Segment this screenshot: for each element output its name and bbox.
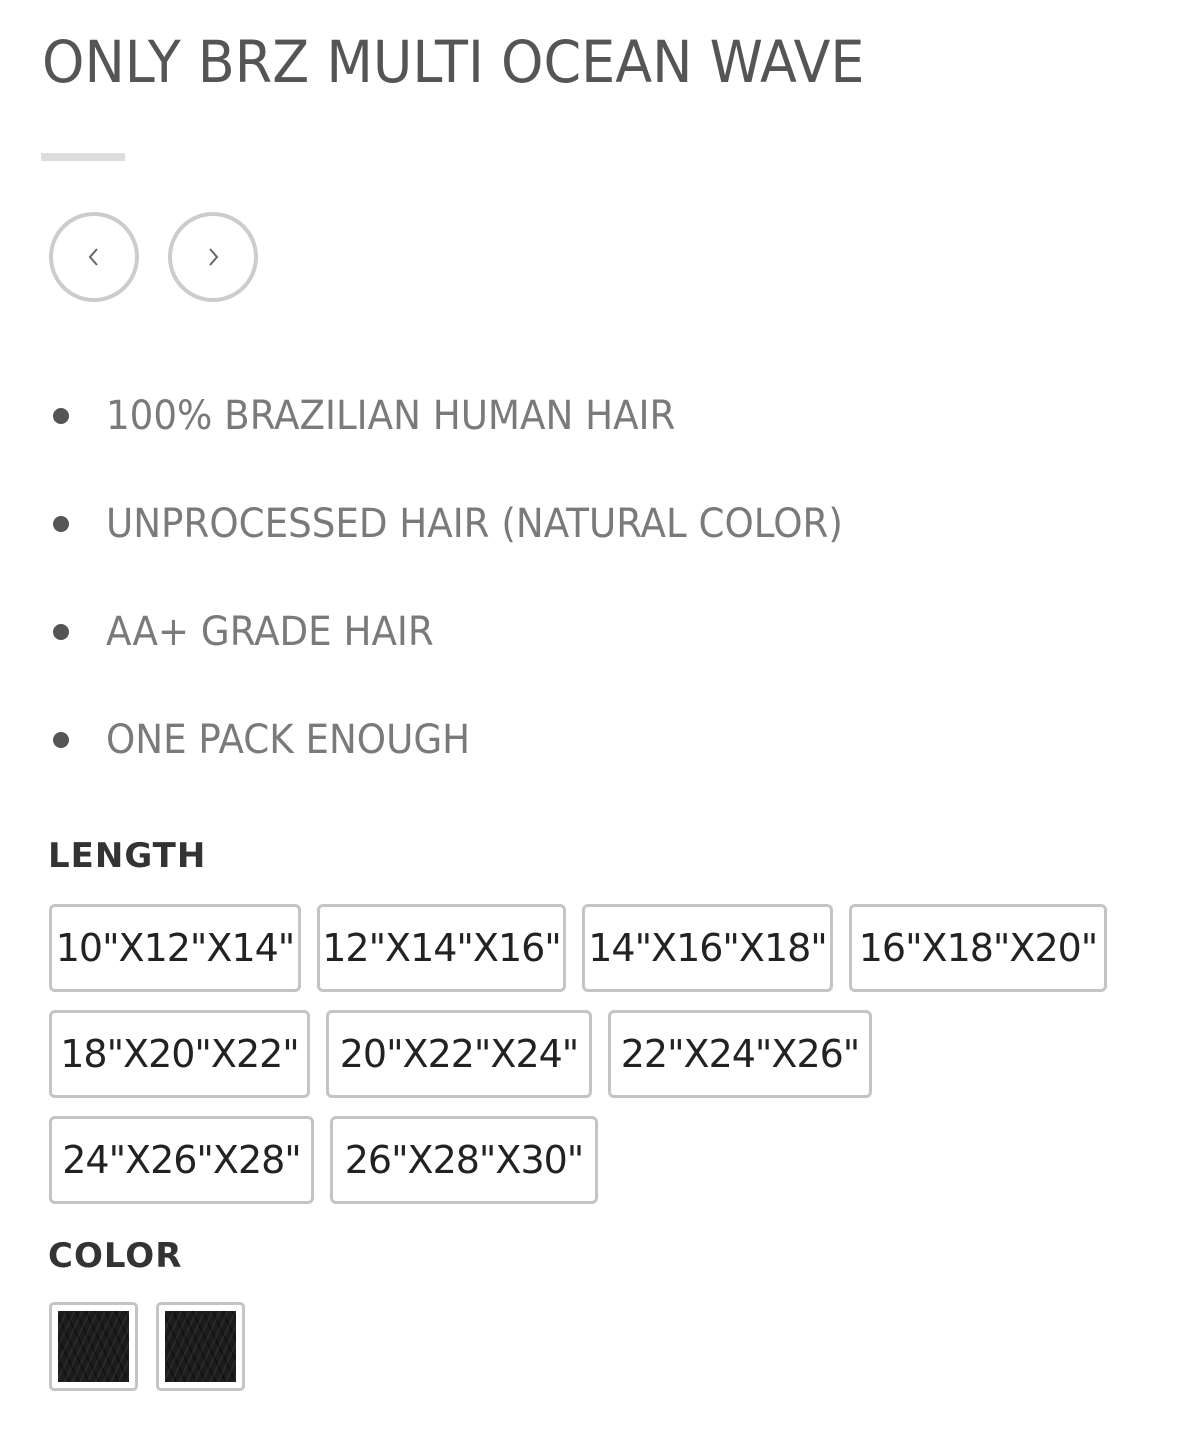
length-options-row: 24"X26"X28" 26"X28"X30" [49, 1116, 598, 1204]
swatch-image [165, 1311, 236, 1382]
feature-text: UNPROCESSED HAIR (NATURAL COLOR) [106, 501, 843, 547]
bullet-icon [53, 624, 69, 640]
length-options-row: 18"X20"X22" 20"X22"X24" 22"X24"X26" [49, 1010, 872, 1098]
feature-item: ONE PACK ENOUGH [48, 686, 898, 794]
feature-list: 100% BRAZILIAN HUMAN HAIR UNPROCESSED HA… [48, 362, 898, 794]
gallery-next-button[interactable] [168, 212, 258, 302]
feature-text: AA+ GRADE HAIR [106, 609, 434, 655]
gallery-prev-button[interactable] [49, 212, 139, 302]
feature-item: UNPROCESSED HAIR (NATURAL COLOR) [48, 470, 898, 578]
length-option[interactable]: 20"X22"X24" [326, 1010, 592, 1098]
feature-item: AA+ GRADE HAIR [48, 578, 898, 686]
feature-item: 100% BRAZILIAN HUMAN HAIR [48, 362, 898, 470]
length-option[interactable]: 24"X26"X28" [49, 1116, 314, 1204]
length-option[interactable]: 12"X14"X16" [317, 904, 566, 992]
length-option[interactable]: 18"X20"X22" [49, 1010, 310, 1098]
length-option[interactable]: 16"X18"X20" [849, 904, 1107, 992]
feature-text: 100% BRAZILIAN HUMAN HAIR [106, 393, 676, 439]
length-options-row: 10"X12"X14" 12"X14"X16" 14"X16"X18" 16"X… [49, 904, 1107, 992]
bullet-icon [53, 516, 69, 532]
color-swatches [49, 1302, 245, 1391]
length-option[interactable]: 26"X28"X30" [330, 1116, 598, 1204]
length-option[interactable]: 14"X16"X18" [582, 904, 833, 992]
color-swatch[interactable] [156, 1302, 245, 1391]
color-swatch[interactable] [49, 1302, 138, 1391]
chevron-right-icon [209, 248, 219, 266]
feature-text: ONE PACK ENOUGH [106, 717, 471, 763]
length-option[interactable]: 10"X12"X14" [49, 904, 301, 992]
length-option[interactable]: 22"X24"X26" [608, 1010, 872, 1098]
swatch-image [58, 1311, 129, 1382]
bullet-icon [53, 732, 69, 748]
bullet-icon [53, 408, 69, 424]
color-label: COLOR [48, 1236, 183, 1276]
length-label: LENGTH [48, 836, 207, 876]
title-divider [41, 153, 125, 161]
chevron-left-icon [88, 248, 98, 266]
product-title: ONLY BRZ MULTI OCEAN WAVE [42, 28, 865, 96]
